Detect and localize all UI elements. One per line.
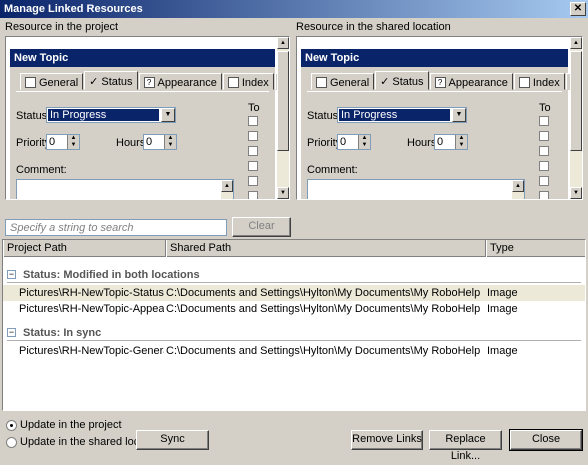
general-icon <box>25 77 36 88</box>
tab-general[interactable]: General <box>311 73 375 90</box>
priority-stepper[interactable]: 0 ▲ ▼ <box>46 134 80 150</box>
todo-checkbox[interactable] <box>539 191 549 199</box>
todo-checkbox[interactable] <box>248 191 258 199</box>
sync-button[interactable]: Sync <box>136 430 209 450</box>
topic-tabs: General ✓Status ?Appearance Index S <box>20 71 289 91</box>
search-input[interactable]: Specify a string to search <box>5 219 227 236</box>
todo-checklist <box>248 116 260 199</box>
scroll-down-icon[interactable]: ▼ <box>570 187 582 199</box>
tab-general[interactable]: General <box>20 73 84 90</box>
comment-label: Comment: <box>307 164 358 176</box>
help-icon: ? <box>434 77 446 88</box>
table-row[interactable]: Pictures\RH-NewTopic-Appearanc... C:\Doc… <box>3 301 585 317</box>
comment-field[interactable]: ▲ <box>307 179 525 199</box>
scroll-up-icon[interactable]: ▲ <box>512 180 524 192</box>
topic-title: New Topic <box>10 49 275 67</box>
column-shared-path[interactable]: Shared Path <box>166 240 486 257</box>
remove-links-button[interactable]: Remove Links <box>351 430 423 450</box>
collapse-icon[interactable]: − <box>7 328 16 337</box>
todo-checkbox[interactable] <box>539 146 549 156</box>
check-icon: ✓ <box>380 76 390 88</box>
scroll-up-icon[interactable]: ▲ <box>221 180 233 192</box>
list-header: Project Path Shared Path Type <box>3 240 585 257</box>
tab-index[interactable]: Index <box>513 73 565 90</box>
tab-status[interactable]: ✓ Status <box>84 71 138 90</box>
chevron-down-icon: ▼ <box>452 108 466 122</box>
scroll-down-icon[interactable]: ▼ <box>277 187 289 199</box>
scroll-up-icon[interactable]: ▲ <box>277 37 289 49</box>
index-icon <box>518 77 530 88</box>
table-row[interactable]: Pictures\RH-NewTopic-Status.jpg C:\Docum… <box>3 285 585 301</box>
clear-button[interactable]: Clear <box>232 217 291 237</box>
todo-checkbox[interactable] <box>248 146 258 156</box>
column-project-path[interactable]: Project Path <box>3 240 166 257</box>
update-project-radio[interactable] <box>6 420 17 431</box>
spinner-icon: ▲ ▼ <box>358 135 370 149</box>
spinner-icon: ▲ ▼ <box>164 135 176 149</box>
topic-tabs: General ✓Status ?Appearance Index S <box>311 71 582 91</box>
index-icon <box>227 77 239 88</box>
update-project-label[interactable]: Update in the project <box>20 419 122 431</box>
help-icon: ? <box>143 77 155 88</box>
todo-checkbox[interactable] <box>539 116 549 126</box>
todo-checkbox[interactable] <box>539 131 549 141</box>
status-select[interactable]: In Progress ▼ <box>337 107 467 123</box>
right-pane-label: Resource in the shared location <box>296 21 451 33</box>
todo-checkbox[interactable] <box>248 131 258 141</box>
close-icon[interactable]: ✕ <box>570 2 586 16</box>
status-select[interactable]: In Progress ▼ <box>46 107 176 123</box>
todo-label: To <box>539 102 551 114</box>
group-header[interactable]: − Status: In sync <box>3 325 585 341</box>
check-icon: ✓ <box>89 76 99 88</box>
title-bar: Manage Linked Resources ✕ <box>0 0 588 18</box>
update-shared-radio[interactable] <box>6 437 17 448</box>
preview-scrollbar[interactable]: ▲ ▼ <box>570 37 582 199</box>
chevron-down-icon: ▼ <box>161 108 175 122</box>
collapse-icon[interactable]: − <box>7 270 16 279</box>
priority-stepper[interactable]: 0 ▲ ▼ <box>337 134 371 150</box>
preview-scrollbar[interactable]: ▲ ▼ <box>277 37 289 199</box>
column-type[interactable]: Type <box>486 240 585 257</box>
topic-title: New Topic <box>301 49 568 67</box>
spinner-icon: ▲ ▼ <box>67 135 79 149</box>
left-pane-label: Resource in the project <box>5 21 119 33</box>
tab-status[interactable]: ✓ Status <box>375 71 429 90</box>
table-row[interactable]: Pictures\RH-NewTopic-General.jpg C:\Docu… <box>3 343 585 359</box>
scroll-up-icon[interactable]: ▲ <box>570 37 582 49</box>
todo-checkbox[interactable] <box>539 176 549 186</box>
replace-link-button[interactable]: Replace Link... <box>429 430 502 462</box>
group-header[interactable]: − Status: Modified in both locations <box>3 267 585 283</box>
linked-resources-list: Project Path Shared Path Type − Status: … <box>2 239 586 411</box>
close-button[interactable]: Close <box>509 429 583 451</box>
window-title: Manage Linked Resources <box>4 3 143 15</box>
tab-appearance[interactable]: ? Appearance <box>429 73 513 90</box>
hours-stepper[interactable]: 0 ▲ ▼ <box>434 134 468 150</box>
todo-checkbox[interactable] <box>248 176 258 186</box>
shared-preview: New Topic General ✓ Status ? Appearance In… <box>296 36 583 200</box>
scroll-thumb[interactable] <box>277 51 289 151</box>
comment-label: Comment: <box>16 164 67 176</box>
scroll-thumb[interactable] <box>570 51 582 151</box>
todo-label: To <box>248 102 260 114</box>
project-preview: New Topic General ✓ Status ? Appearance In… <box>5 36 290 200</box>
todo-checkbox[interactable] <box>539 161 549 171</box>
tab-appearance[interactable]: ? Appearance <box>138 73 222 90</box>
comment-field[interactable]: ▲ <box>16 179 234 199</box>
todo-checkbox[interactable] <box>248 161 258 171</box>
spinner-icon: ▲ ▼ <box>455 135 467 149</box>
todo-checkbox[interactable] <box>248 116 258 126</box>
general-icon <box>316 77 327 88</box>
hours-stepper[interactable]: 0 ▲ ▼ <box>143 134 177 150</box>
tab-index[interactable]: Index <box>222 73 274 90</box>
todo-checklist <box>539 116 551 199</box>
